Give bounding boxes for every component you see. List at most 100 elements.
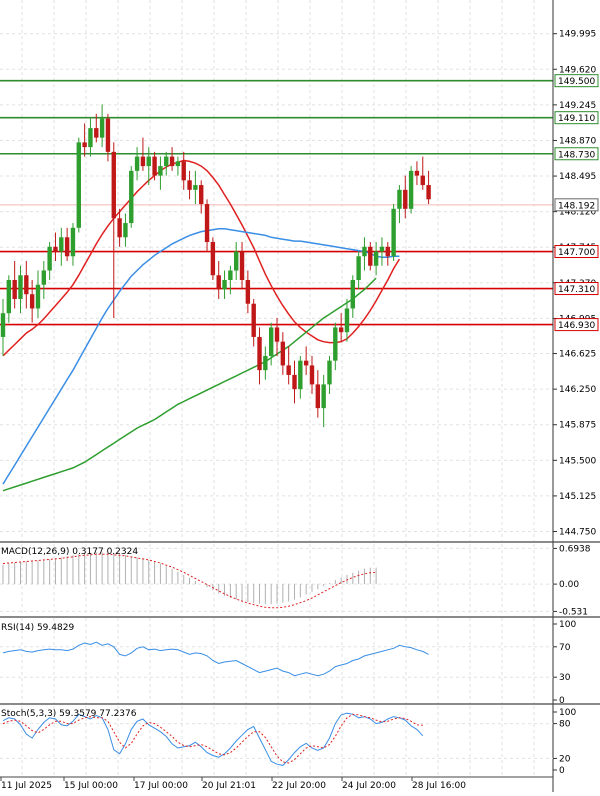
- candle-body: [350, 279, 355, 309]
- candle-body: [379, 246, 385, 252]
- candle-body: [105, 118, 111, 152]
- candle-body: [362, 246, 367, 257]
- stoch-tick-label: 20: [559, 754, 571, 764]
- moving-average-line: [2, 277, 377, 492]
- price-tick-label: 149.995: [559, 30, 596, 40]
- candle-body: [303, 360, 309, 366]
- candle-body: [321, 384, 326, 409]
- candle-body: [169, 156, 175, 167]
- price-level-label: 149.500: [558, 77, 595, 87]
- candle-body: [146, 156, 151, 167]
- price-level-label: 147.700: [558, 248, 595, 258]
- price-level-label: 148.192: [558, 201, 595, 211]
- stoch-tick-label: 0: [559, 766, 565, 776]
- candle-body: [94, 128, 99, 138]
- candle-body: [414, 170, 420, 176]
- candle-body: [216, 275, 221, 290]
- price-tick-label: 149.620: [559, 65, 596, 75]
- candle-body: [152, 156, 157, 176]
- candle-body: [24, 275, 29, 295]
- candle-body: [368, 246, 373, 266]
- candle-body: [99, 118, 105, 138]
- candle-body: [29, 294, 35, 309]
- candle-body: [251, 303, 256, 337]
- chart-root: 144.750 145.125 145.500 145.875 146.250 146.6…: [0, 0, 600, 792]
- time-tick-label: 22 Jul 20:00: [272, 781, 326, 791]
- candle-body: [391, 208, 396, 257]
- time-tick-label: 15 Jul 00:00: [64, 781, 118, 791]
- candle-body: [263, 355, 268, 371]
- candle-body: [222, 279, 227, 290]
- candle-body: [309, 365, 315, 385]
- rsi-tick-label: 70: [559, 643, 571, 653]
- candle-body: [210, 242, 216, 276]
- candle-body: [408, 170, 414, 209]
- candle-body: [239, 251, 245, 280]
- candle-body: [0, 313, 6, 337]
- candle-body: [64, 237, 70, 257]
- time-tick-label: 20 Jul 21:01: [202, 781, 256, 791]
- candle-body: [82, 142, 87, 148]
- candle-body: [344, 308, 350, 333]
- time-tick-label: 17 Jul 00:00: [134, 781, 188, 791]
- candle-body: [88, 128, 93, 148]
- candle-body: [234, 251, 239, 271]
- stoch-title: Stoch(5,3,3) 59.3579 77.2376: [1, 709, 137, 719]
- candle-body: [228, 270, 233, 280]
- candle-body: [426, 185, 431, 200]
- price-tick-label: 145.875: [559, 421, 596, 431]
- price-tick-label: 146.250: [559, 385, 596, 395]
- candle-body: [420, 175, 425, 186]
- candle-body: [6, 279, 12, 314]
- price-level-label: 147.310: [558, 285, 595, 295]
- rsi-title: RSI(14) 59.4829: [1, 623, 74, 633]
- candle-body: [315, 384, 321, 409]
- rsi-tick-label: 30: [559, 673, 571, 683]
- candle-body: [338, 327, 344, 333]
- candle-body: [76, 142, 81, 228]
- candle-body: [53, 246, 58, 252]
- candle-body: [199, 185, 204, 205]
- price-level-label: 149.110: [558, 114, 595, 124]
- moving-average-line: [2, 227, 400, 485]
- candle-body: [274, 327, 280, 342]
- candle-body: [175, 161, 181, 167]
- macd-tick-label: -0.531: [559, 607, 588, 617]
- candle-body: [298, 360, 303, 390]
- price-level-label: 146.930: [558, 321, 595, 331]
- candle-body: [397, 189, 402, 209]
- candle-body: [12, 279, 17, 299]
- candle-body: [134, 156, 140, 171]
- candle-body: [111, 151, 116, 219]
- rsi-tick-label: 100: [559, 620, 576, 630]
- candle-body: [385, 246, 390, 257]
- candle-body: [158, 166, 163, 176]
- candle-body: [117, 218, 122, 238]
- price-tick-label: 144.750: [559, 528, 596, 538]
- candle-body: [47, 246, 52, 271]
- time-tick-label: 11 Jul 2025: [1, 781, 52, 791]
- price-tick-label: 145.125: [559, 492, 596, 502]
- candle-body: [59, 237, 64, 252]
- stoch-k-line: [2, 712, 424, 766]
- candle-body: [373, 251, 379, 266]
- candle-body: [41, 270, 47, 285]
- candle-body: [140, 156, 146, 167]
- time-tick-label: 28 Jul 16:00: [412, 781, 466, 791]
- candle-body: [123, 223, 128, 238]
- price-tick-label: 145.500: [559, 456, 596, 466]
- candle-body: [18, 275, 23, 299]
- candle-body: [292, 374, 297, 390]
- price-tick-label: 149.245: [559, 101, 596, 111]
- candle-body: [164, 156, 169, 167]
- candle-body: [257, 336, 262, 371]
- candle-body: [129, 170, 134, 224]
- candle-body: [187, 180, 192, 190]
- price-tick-label: 148.870: [559, 136, 596, 146]
- candle-body: [35, 284, 41, 309]
- candle-body: [403, 189, 408, 209]
- candle-body: [268, 327, 274, 356]
- candle-body: [286, 365, 291, 375]
- candle-body: [356, 256, 361, 280]
- macd-tick-label: 0.6938: [559, 544, 591, 554]
